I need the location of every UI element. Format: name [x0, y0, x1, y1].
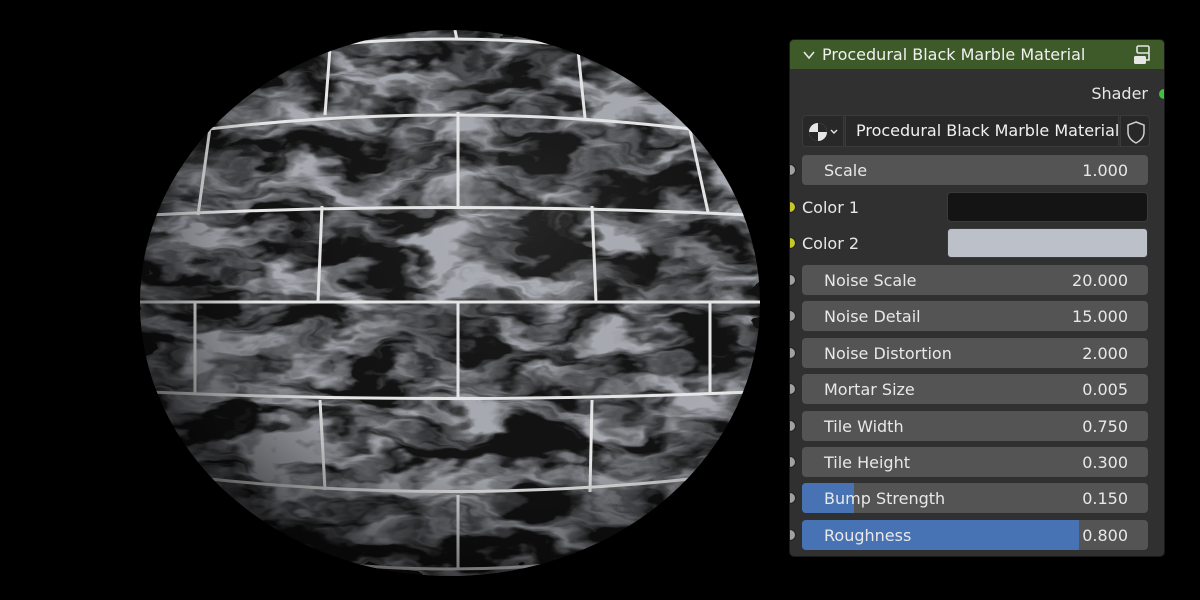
param-color-1: Color 1	[790, 192, 1164, 222]
noise-scale-slider[interactable]: Noise Scale 20.000	[802, 265, 1148, 295]
color-2-input-socket[interactable]	[790, 238, 795, 248]
roughness-slider[interactable]: Roughness 0.800	[802, 520, 1148, 550]
scale-slider[interactable]: Scale 1.000	[802, 155, 1148, 185]
noise-detail-label: Noise Detail	[824, 307, 921, 326]
material-name-field[interactable]: Procedural Black Marble Material	[845, 115, 1119, 147]
noise-distortion-input-socket[interactable]	[790, 348, 795, 358]
noise-distortion-label: Noise Distortion	[824, 344, 952, 363]
noise-distortion-value: 2.000	[1082, 344, 1128, 363]
param-mortar-size: Mortar Size 0.005	[790, 374, 1164, 404]
material-selector: Procedural Black Marble Material	[802, 115, 1150, 147]
color-2-swatch[interactable]	[947, 228, 1148, 258]
bump-strength-value: 0.150	[1082, 489, 1128, 508]
tile-height-input-socket[interactable]	[790, 457, 795, 467]
scale-label: Scale	[824, 161, 868, 180]
roughness-input-socket[interactable]	[790, 530, 795, 540]
shader-output-label: Shader	[1091, 84, 1148, 103]
param-bump-strength: Bump Strength 0.150	[790, 483, 1164, 513]
color-2-label: Color 2	[802, 234, 860, 253]
mortar-size-input-socket[interactable]	[790, 384, 795, 394]
param-scale: Scale 1.000	[790, 155, 1164, 185]
bump-strength-slider[interactable]: Bump Strength 0.150	[802, 483, 1148, 513]
noise-detail-value: 15.000	[1072, 307, 1128, 326]
bump-strength-input-socket[interactable]	[790, 493, 795, 503]
noise-scale-value: 20.000	[1072, 271, 1128, 290]
color-1-swatch[interactable]	[947, 192, 1148, 222]
shield-icon	[1127, 121, 1145, 144]
roughness-label: Roughness	[824, 526, 912, 545]
color-1-label: Color 1	[802, 198, 860, 217]
tile-height-label: Tile Height	[824, 453, 910, 472]
shader-output-socket[interactable]	[1159, 89, 1164, 99]
material-browse-button[interactable]	[802, 115, 844, 147]
node-header[interactable]: Procedural Black Marble Material	[790, 40, 1164, 69]
shader-output-row: Shader	[790, 81, 1164, 105]
tile-height-value: 0.300	[1082, 453, 1128, 472]
param-noise-scale: Noise Scale 20.000	[790, 265, 1164, 295]
tile-width-input-socket[interactable]	[790, 421, 795, 431]
tile-width-value: 0.750	[1082, 417, 1128, 436]
noise-distortion-slider[interactable]: Noise Distortion 2.000	[802, 338, 1148, 368]
param-noise-distortion: Noise Distortion 2.000	[790, 338, 1164, 368]
roughness-value: 0.800	[1082, 526, 1128, 545]
chevron-down-icon[interactable]	[802, 48, 816, 62]
tile-width-slider[interactable]: Tile Width 0.750	[802, 411, 1148, 441]
param-tile-width: Tile Width 0.750	[790, 411, 1164, 441]
node-group-icon[interactable]	[1132, 44, 1154, 66]
color-1-input-socket[interactable]	[790, 202, 795, 212]
noise-detail-input-socket[interactable]	[790, 311, 795, 321]
scale-value: 1.000	[1082, 161, 1128, 180]
param-noise-detail: Noise Detail 15.000	[790, 301, 1164, 331]
param-color-2: Color 2	[790, 228, 1164, 258]
bump-strength-label: Bump Strength	[824, 489, 946, 508]
node-title: Procedural Black Marble Material	[822, 45, 1086, 64]
param-roughness: Roughness 0.800	[790, 520, 1164, 550]
material-group-node[interactable]: Procedural Black Marble Material Shader …	[790, 40, 1164, 556]
3d-viewport[interactable]	[0, 0, 780, 600]
noise-detail-slider[interactable]: Noise Detail 15.000	[802, 301, 1148, 331]
material-sphere-icon	[809, 123, 838, 141]
noise-scale-input-socket[interactable]	[790, 275, 795, 285]
marble-sphere-preview	[140, 30, 760, 576]
param-tile-height: Tile Height 0.300	[790, 447, 1164, 477]
mortar-size-slider[interactable]: Mortar Size 0.005	[802, 374, 1148, 404]
mortar-size-label: Mortar Size	[824, 380, 915, 399]
fake-user-button[interactable]	[1120, 115, 1150, 147]
mortar-size-value: 0.005	[1082, 380, 1128, 399]
noise-scale-label: Noise Scale	[824, 271, 917, 290]
tile-height-slider[interactable]: Tile Height 0.300	[802, 447, 1148, 477]
scale-input-socket[interactable]	[790, 165, 795, 175]
tile-width-label: Tile Width	[824, 417, 904, 436]
